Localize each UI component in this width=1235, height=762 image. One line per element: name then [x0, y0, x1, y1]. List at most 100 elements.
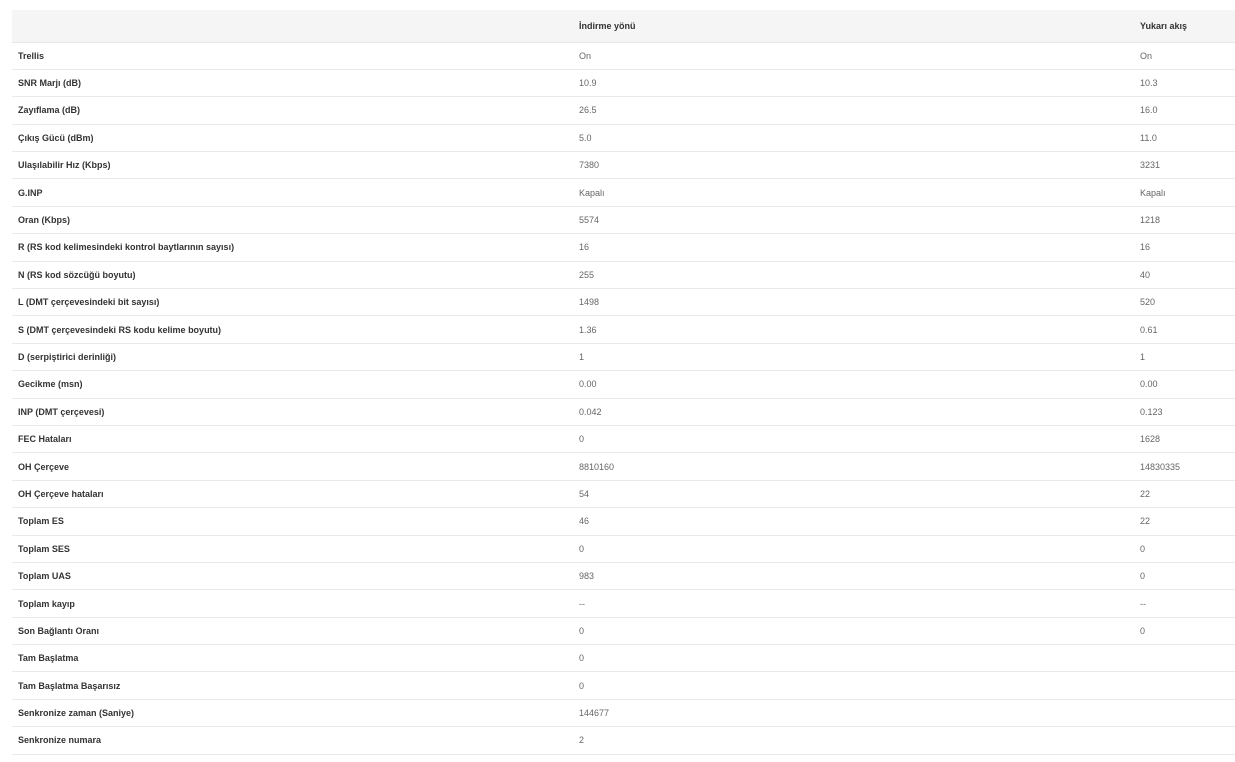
row-label: Tam Başlatma: [18, 653, 79, 664]
row-label: Gecikme (msn): [18, 379, 83, 390]
dsl-stats-table: İndirme yönü Yukarı akış Trellis On On SNR …: [12, 10, 1235, 755]
table-row: L (DMT çerçevesindeki bit sayısı) 1498 520: [12, 289, 1235, 316]
row-upstream-value: 10.3: [1140, 78, 1158, 89]
row-upstream-value: 0: [1140, 625, 1146, 636]
row-label: SNR Marjı (dB): [18, 78, 81, 89]
row-upstream-value: 0.00: [1140, 379, 1158, 390]
table-row: Ulaşılabilir Hız (Kbps) 7380 3231: [12, 152, 1235, 179]
row-upstream-value: [1134, 645, 1235, 672]
table-row: Toplam ES 46 22: [12, 508, 1235, 536]
table-row: Senkronize numara 2: [12, 727, 1235, 755]
dsl-stats-table-container: İndirme yönü Yukarı akış Trellis On On SNR …: [12, 10, 1235, 755]
table-row: G.INP Kapalı Kapalı: [12, 179, 1235, 207]
row-upstream-value: 520: [1140, 297, 1156, 308]
row-label: Çıkış Gücü (dBm): [18, 132, 94, 143]
row-downstream-value: 7380: [579, 160, 600, 171]
table-body: Trellis On On SNR Marjı (dB) 10.9 10.3 Zayıfla…: [12, 42, 1235, 755]
row-downstream-value: 1.36: [579, 324, 597, 335]
row-upstream-value: 1: [1140, 351, 1146, 362]
row-upstream-value: 3231: [1140, 160, 1161, 171]
row-downstream-value: 0.042: [579, 406, 602, 417]
row-downstream-value: 26.5: [579, 105, 597, 116]
row-downstream-value: 10.9: [579, 78, 597, 89]
table-row: FEC Hataları 0 1628: [12, 425, 1235, 453]
row-downstream-value: 46: [579, 516, 590, 527]
table-row: Gecikme (msn) 0.00 0.00: [12, 371, 1235, 399]
table-header: İndirme yönü Yukarı akış: [12, 10, 1235, 43]
row-upstream-value: [1134, 727, 1235, 754]
table-row: Çıkış Gücü (dBm) 5.0 11.0: [12, 124, 1235, 152]
row-downstream-value: 0.00: [579, 379, 597, 390]
row-downstream-value: 1: [579, 351, 585, 362]
header-label-column: [12, 10, 573, 43]
table-row: Trellis On On: [12, 42, 1235, 70]
row-upstream-value: [1134, 699, 1235, 726]
row-label: Toplam ES: [18, 516, 64, 527]
row-label: N (RS kod sözcüğü boyutu): [18, 269, 136, 280]
row-label: L (DMT çerçevesindeki bit sayısı): [18, 297, 160, 308]
row-label: Tam Başlatma Başarısız: [18, 680, 121, 691]
table-row: R (RS kod kelimesindeki kontrol baytları…: [12, 234, 1235, 262]
row-upstream-value: 11.0: [1140, 132, 1157, 143]
row-label: FEC Hataları: [18, 434, 72, 445]
row-label: Trellis: [18, 50, 45, 61]
row-label: G.INP: [18, 187, 43, 198]
table-row: OH Çerçeve hataları 54 22: [12, 480, 1235, 508]
table-row: Zayıflama (dB) 26.5 16.0: [12, 97, 1235, 125]
row-downstream-value: 983: [579, 571, 595, 582]
row-downstream-value: 16: [579, 242, 590, 253]
row-label: Son Bağlantı Oranı: [18, 625, 100, 636]
row-upstream-value: --: [1140, 598, 1146, 609]
row-downstream-value: 8810160: [579, 461, 615, 472]
row-label: Zayıflama (dB): [18, 105, 81, 116]
row-upstream-value: 22: [1140, 516, 1151, 527]
row-upstream-value: 16.0: [1140, 105, 1158, 116]
row-downstream-value: 0: [579, 434, 585, 445]
row-label: Toplam SES: [18, 543, 70, 554]
row-upstream-value: 14830335: [1140, 461, 1181, 472]
table-row: Tam Başlatma 0: [12, 645, 1235, 672]
table-row: Toplam SES 0 0: [12, 535, 1235, 563]
row-downstream-value: 255: [579, 269, 595, 280]
row-downstream-value: 0: [579, 543, 585, 554]
header-downstream-column: İndirme yönü: [573, 10, 1134, 43]
row-downstream-value: 5.0: [579, 132, 592, 143]
row-downstream-value: 54: [579, 488, 590, 499]
row-label: Ulaşılabilir Hız (Kbps): [18, 160, 111, 171]
row-upstream-value: 1628: [1140, 434, 1161, 445]
row-label: Senkronize zaman (Saniye): [18, 708, 135, 719]
row-upstream-value: 16: [1140, 242, 1151, 253]
table-row: Tam Başlatma Başarısız 0: [12, 672, 1235, 700]
row-upstream-value: 1218: [1140, 215, 1161, 226]
row-downstream-value: Kapalı: [579, 187, 605, 198]
table-row: Toplam kayıp -- --: [12, 590, 1235, 618]
row-label: S (DMT çerçevesindeki RS kodu kelime boy…: [18, 324, 222, 335]
row-upstream-value: 22: [1140, 488, 1151, 499]
table-row: S (DMT çerçevesindeki RS kodu kelime boy…: [12, 316, 1235, 344]
row-downstream-value: 144677: [579, 708, 610, 719]
table-row: Son Bağlantı Oranı 0 0: [12, 617, 1235, 645]
row-downstream-value: 2: [579, 735, 585, 746]
row-downstream-value: 0: [579, 625, 585, 636]
row-downstream-value: 0: [579, 680, 585, 691]
table-row: OH Çerçeve 8810160 14830335: [12, 453, 1235, 481]
table-row: Senkronize zaman (Saniye) 144677: [12, 699, 1235, 727]
row-label: Senkronize numara: [18, 735, 102, 746]
row-upstream-value: 0.61: [1140, 324, 1158, 335]
header-upstream-column: Yukarı akış: [1134, 10, 1235, 43]
row-label: OH Çerçeve hataları: [18, 488, 104, 499]
row-upstream-value: 0: [1140, 543, 1146, 554]
row-label: Oran (Kbps): [18, 215, 71, 226]
table-row: INP (DMT çerçevesi) 0.042 0.123: [12, 398, 1235, 426]
row-label: Toplam kayıp: [18, 598, 75, 609]
row-upstream-value: 40: [1140, 269, 1151, 280]
row-label: D (serpiştirici derinliği): [18, 351, 117, 362]
row-downstream-value: --: [579, 598, 585, 609]
row-upstream-value: 0: [1140, 571, 1146, 582]
table-row: Toplam UAS 983 0: [12, 562, 1235, 590]
table-row: D (serpiştirici derinliği) 1 1: [12, 343, 1235, 371]
row-upstream-value: Kapalı: [1140, 187, 1166, 198]
row-label: R (RS kod kelimesindeki kontrol baytları…: [18, 242, 235, 253]
row-downstream-value: On: [579, 50, 592, 61]
table-row: SNR Marjı (dB) 10.9 10.3: [12, 69, 1235, 97]
